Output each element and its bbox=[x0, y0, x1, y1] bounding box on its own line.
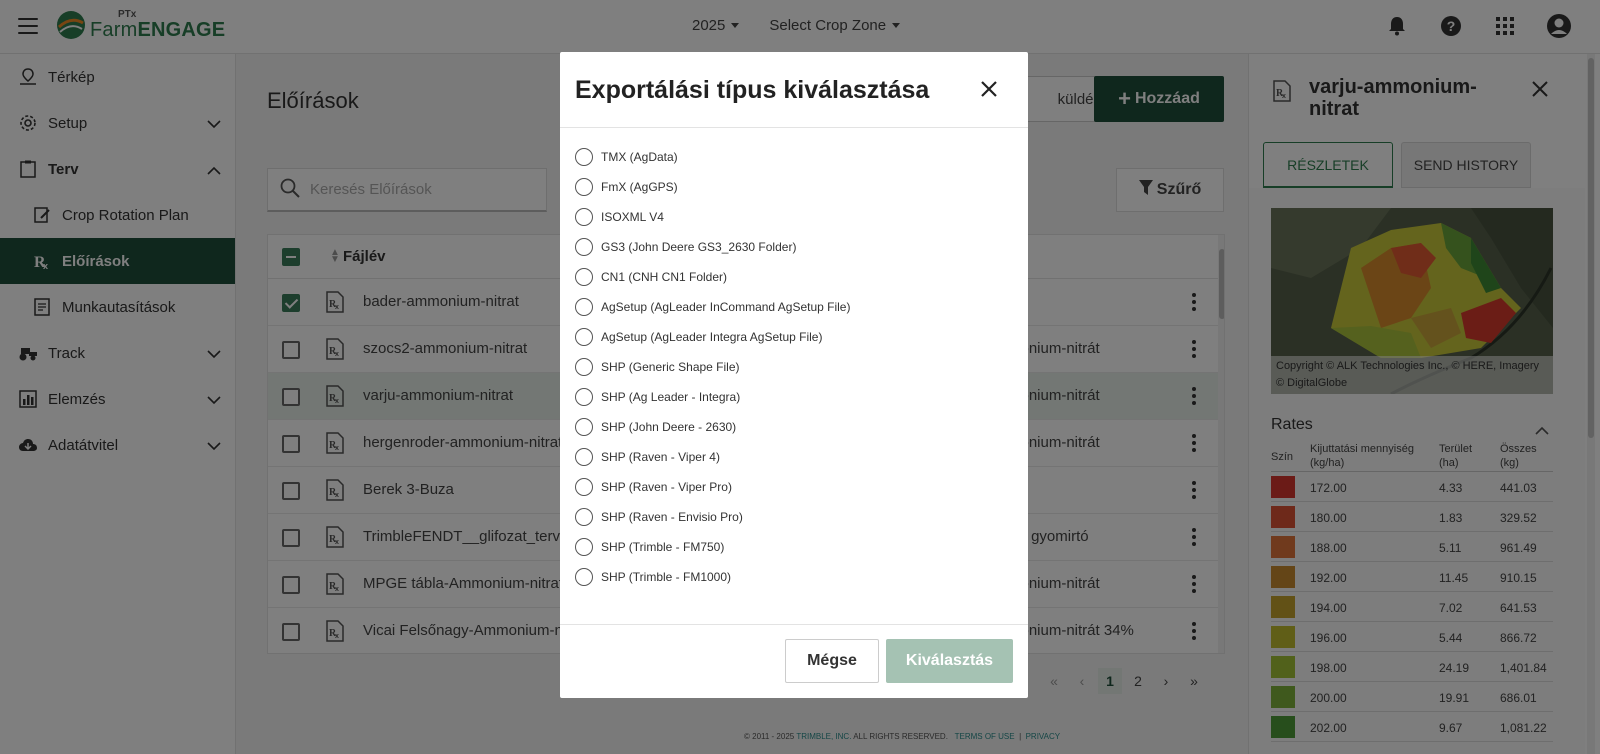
radio-button[interactable] bbox=[575, 238, 593, 256]
export-option[interactable]: SHP (Raven - Viper Pro) bbox=[575, 476, 732, 498]
export-option-label: CN1 (CNH CN1 Folder) bbox=[601, 270, 728, 284]
export-option[interactable]: ISOXML V4 bbox=[575, 206, 664, 228]
export-option[interactable]: SHP (Raven - Envisio Pro) bbox=[575, 506, 743, 528]
export-option[interactable]: SHP (Trimble - FM750) bbox=[575, 536, 724, 558]
radio-button[interactable] bbox=[575, 148, 593, 166]
divider bbox=[560, 127, 1028, 128]
export-option[interactable]: FmX (AgGPS) bbox=[575, 176, 678, 198]
radio-button[interactable] bbox=[575, 418, 593, 436]
radio-button[interactable] bbox=[575, 178, 593, 196]
export-option[interactable]: SHP (Ag Leader - Integra) bbox=[575, 386, 740, 408]
export-type-dialog: Exportálási típus kiválasztása TMX (AgDa… bbox=[560, 52, 1028, 698]
export-option-label: SHP (Raven - Viper 4) bbox=[601, 450, 720, 464]
radio-button[interactable] bbox=[575, 328, 593, 346]
cancel-button[interactable]: Mégse bbox=[785, 639, 879, 683]
export-option-label: SHP (Ag Leader - Integra) bbox=[601, 390, 741, 404]
export-option[interactable]: TMX (AgData) bbox=[575, 146, 678, 168]
export-option-label: AgSetup (AgLeader Integra AgSetup File) bbox=[601, 330, 823, 344]
export-option-label: SHP (John Deere - 2630) bbox=[601, 420, 737, 434]
radio-button[interactable] bbox=[575, 568, 593, 586]
export-option-label: FmX (AgGPS) bbox=[601, 180, 678, 194]
radio-button[interactable] bbox=[575, 448, 593, 466]
radio-button[interactable] bbox=[575, 268, 593, 286]
export-option-label: SHP (Raven - Envisio Pro) bbox=[601, 510, 743, 524]
export-option-label: SHP (Raven - Viper Pro) bbox=[601, 480, 732, 494]
export-option[interactable]: AgSetup (AgLeader Integra AgSetup File) bbox=[575, 326, 822, 348]
export-option-label: AgSetup (AgLeader InCommand AgSetup File… bbox=[601, 300, 851, 314]
radio-button[interactable] bbox=[575, 388, 593, 406]
radio-button[interactable] bbox=[575, 478, 593, 496]
export-option-label: TMX (AgData) bbox=[601, 150, 678, 164]
export-option[interactable]: CN1 (CNH CN1 Folder) bbox=[575, 266, 727, 288]
export-option-label: ISOXML V4 bbox=[601, 210, 664, 224]
export-option[interactable]: SHP (Trimble - FM1000) bbox=[575, 566, 731, 588]
dialog-title: Exportálási típus kiválasztása bbox=[575, 76, 930, 104]
export-option[interactable]: SHP (John Deere - 2630) bbox=[575, 416, 736, 438]
export-option-label: SHP (Trimble - FM750) bbox=[601, 540, 725, 554]
export-option[interactable]: SHP (Generic Shape File) bbox=[575, 356, 740, 378]
radio-button[interactable] bbox=[575, 508, 593, 526]
close-icon[interactable] bbox=[980, 80, 998, 98]
radio-button[interactable] bbox=[575, 298, 593, 316]
divider bbox=[560, 624, 1028, 625]
select-button[interactable]: Kiválasztás bbox=[886, 639, 1013, 683]
export-option[interactable]: AgSetup (AgLeader InCommand AgSetup File… bbox=[575, 296, 850, 318]
radio-button[interactable] bbox=[575, 358, 593, 376]
radio-button[interactable] bbox=[575, 538, 593, 556]
radio-button[interactable] bbox=[575, 208, 593, 226]
export-option-label: GS3 (John Deere GS3_2630 Folder) bbox=[601, 240, 797, 254]
export-option-label: SHP (Generic Shape File) bbox=[601, 360, 740, 374]
export-option-label: SHP (Trimble - FM1000) bbox=[601, 570, 732, 584]
export-option[interactable]: GS3 (John Deere GS3_2630 Folder) bbox=[575, 236, 796, 258]
export-option[interactable]: SHP (Raven - Viper 4) bbox=[575, 446, 720, 468]
